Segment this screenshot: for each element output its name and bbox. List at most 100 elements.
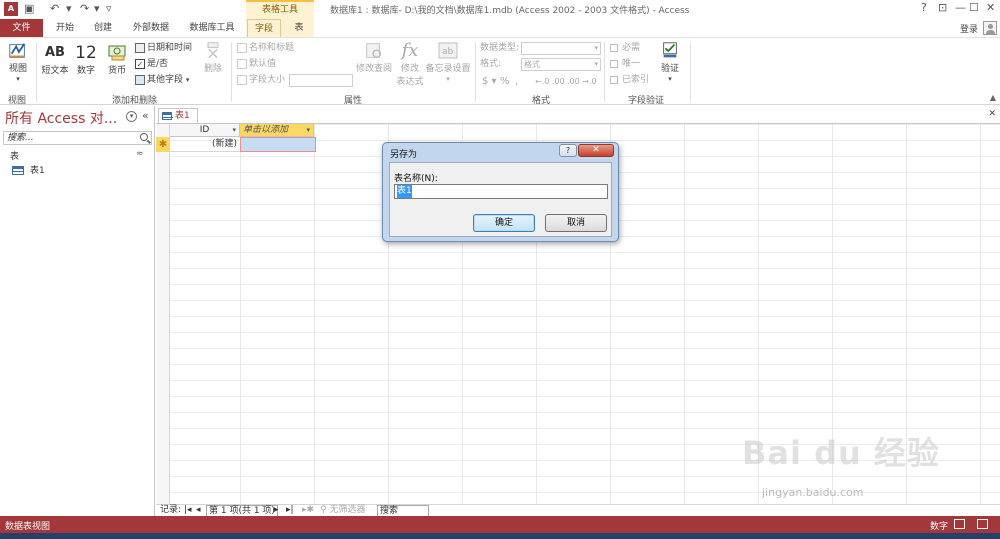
ribbon-tabs: 文件 开始 创建 外部数据 数据库工具 字段 表 登录: [0, 19, 1000, 37]
table-name-label: 表名称(N):: [394, 174, 438, 184]
field-size-label: 字段大小: [237, 74, 285, 87]
group-label-properties: 属性: [344, 96, 363, 106]
function-icon: fx: [401, 40, 419, 61]
new-record-marker-icon[interactable]: ✱: [156, 137, 170, 152]
date-time-button[interactable]: 日期和时间: [135, 42, 192, 55]
format-label: 格式:: [480, 59, 502, 69]
dialog-help-button[interactable]: ?: [559, 144, 577, 157]
number-button[interactable]: 12 数字: [73, 43, 99, 76]
default-value-icon: [237, 58, 247, 69]
delete-button[interactable]: 删除: [200, 41, 226, 74]
shutter-bar-close-icon[interactable]: «: [142, 109, 149, 122]
minimize-button[interactable]: —: [955, 1, 966, 14]
baidu-watermark: Bai du 经验 jingyan.baidu.com: [742, 428, 992, 518]
status-bar: 数据表视图 数字: [0, 516, 1000, 533]
data-type-select[interactable]: ▾: [521, 42, 601, 55]
ok-button[interactable]: 确定: [473, 214, 535, 232]
close-button[interactable]: ✕: [986, 1, 995, 14]
undo-icon[interactable]: ↶: [50, 2, 59, 15]
field-size-icon: [237, 74, 247, 85]
dialog-close-button[interactable]: ✕: [578, 144, 614, 157]
dialog-title: 另存为: [390, 150, 418, 160]
user-avatar-icon[interactable]: [983, 21, 997, 35]
view-button[interactable]: 视图 ▾: [4, 41, 32, 84]
validation-icon: [663, 42, 677, 58]
percent-format-icon[interactable]: %: [500, 75, 510, 88]
memo-settings-icon: ab: [438, 42, 458, 59]
decrease-decimals-icon[interactable]: .00 →.0: [567, 75, 597, 88]
calendar-icon: [135, 42, 145, 53]
column-dropdown-icon[interactable]: ▾: [306, 124, 310, 136]
tab-external-data[interactable]: 外部数据: [126, 19, 176, 37]
modify-lookups-button[interactable]: 修改查阅: [356, 41, 392, 74]
close-document-icon[interactable]: ✕: [988, 109, 996, 119]
group-label-formatting: 格式: [532, 96, 551, 106]
validation-button[interactable]: 验证 ▾: [657, 41, 683, 84]
cancel-button[interactable]: 取消: [545, 214, 607, 232]
nav-item-table1[interactable]: 表1: [12, 165, 45, 177]
tab-create[interactable]: 创建: [86, 19, 120, 37]
memo-settings-button[interactable]: ab 备忘录设置 ▾: [425, 41, 471, 84]
nav-pane-title[interactable]: 所有 Access 对...: [5, 108, 117, 128]
dialog-body: 表名称(N): 表1 确定 取消: [389, 162, 612, 237]
column-dropdown-icon[interactable]: ▾: [232, 124, 236, 136]
format-select[interactable]: 格式 ▾: [521, 58, 601, 71]
short-text-button[interactable]: AB 短文本: [40, 43, 70, 76]
indexed-checkbox-box[interactable]: [610, 75, 618, 84]
customize-qat-icon[interactable]: ▿: [106, 2, 112, 15]
design-view-icon[interactable]: [977, 519, 988, 529]
access-window: A ▣ ↶ ▾ ↷ ▾ ▿ 表格工具 数据库1 : 数据库- D:\我的文档\数…: [0, 0, 1000, 539]
name-caption-button[interactable]: 名称和标题: [237, 42, 294, 55]
currency-button[interactable]: 货币: [103, 43, 131, 76]
field-size-input[interactable]: [289, 74, 353, 87]
nav-menu-dropdown-icon[interactable]: ▾: [126, 111, 137, 122]
required-checkbox-box[interactable]: [610, 43, 618, 52]
table-icon: [162, 111, 173, 120]
ribbon-display-options-icon[interactable]: ⊡: [938, 1, 947, 14]
document-tab-table1[interactable]: 表1: [158, 108, 198, 123]
tab-database-tools[interactable]: 数据库工具: [182, 19, 242, 37]
tab-table[interactable]: 表: [284, 19, 314, 37]
cell-click-to-add[interactable]: [240, 137, 316, 152]
nav-search-input[interactable]: 搜索...: [3, 131, 152, 145]
redo-icon[interactable]: ↷: [80, 2, 89, 15]
number-icon: 12: [75, 43, 97, 63]
record-selector-column[interactable]: [156, 124, 170, 510]
save-icon[interactable]: ▣: [24, 2, 34, 15]
group-label-views: 视图: [8, 96, 27, 106]
default-value-button[interactable]: 默认值: [237, 58, 276, 71]
delete-icon: [207, 42, 219, 59]
cell-id-new[interactable]: (新建): [170, 137, 240, 152]
column-header-click-to-add[interactable]: 单击以添加 ▾: [240, 124, 314, 137]
maximize-button[interactable]: ☐: [969, 1, 979, 14]
modify-expression-button[interactable]: fx 修改 表达式: [396, 40, 424, 88]
redo-dropdown-icon[interactable]: ▾: [94, 2, 100, 15]
currency-format-icon[interactable]: $ ▾: [482, 75, 497, 88]
datasheet-view-icon[interactable]: [954, 519, 965, 529]
unique-checkbox[interactable]: 唯一: [610, 58, 640, 71]
undo-dropdown-icon[interactable]: ▾: [66, 2, 72, 15]
comma-format-icon[interactable]: ,: [515, 75, 518, 88]
tab-file[interactable]: 文件: [0, 19, 43, 37]
column-header-id[interactable]: ID ▾: [170, 124, 240, 137]
nav-group-tables[interactable]: 表: [10, 149, 19, 162]
sign-in-link[interactable]: 登录: [960, 22, 978, 35]
collapse-group-icon[interactable]: ≈: [136, 149, 144, 159]
search-icon[interactable]: [140, 133, 148, 141]
help-button[interactable]: ?: [921, 1, 927, 14]
collapse-ribbon-icon[interactable]: ▲: [990, 93, 996, 102]
required-checkbox[interactable]: 必需: [610, 42, 640, 55]
yes-no-button[interactable]: ✓ 是/否: [135, 58, 168, 71]
increase-decimals-icon[interactable]: ←.0 .00: [535, 75, 565, 88]
unique-checkbox-box[interactable]: [610, 59, 618, 68]
save-as-dialog: 另存为 ? ✕ 表名称(N): 表1 确定 取消: [382, 142, 619, 242]
watermark-logo: Bai du 经验: [742, 434, 940, 472]
more-fields-button[interactable]: 其他字段 ▾: [135, 74, 189, 87]
tab-fields[interactable]: 字段: [247, 19, 281, 37]
title-bar: A ▣ ↶ ▾ ↷ ▾ ▿ 表格工具 数据库1 : 数据库- D:\我的文档\数…: [0, 0, 1000, 19]
window-title: 数据库1 : 数据库- D:\我的文档\数据库1.mdb (Access 200…: [330, 6, 690, 16]
table-name-input[interactable]: 表1: [394, 184, 608, 199]
indexed-checkbox[interactable]: 已索引: [610, 74, 649, 87]
status-numlock: 数字: [929, 522, 948, 532]
tab-home[interactable]: 开始: [48, 19, 82, 37]
